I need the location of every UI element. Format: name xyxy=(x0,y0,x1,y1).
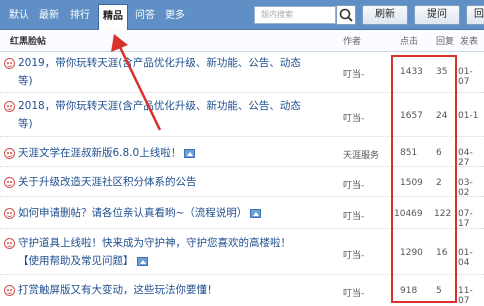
annotation-arrow-icon xyxy=(111,34,162,131)
